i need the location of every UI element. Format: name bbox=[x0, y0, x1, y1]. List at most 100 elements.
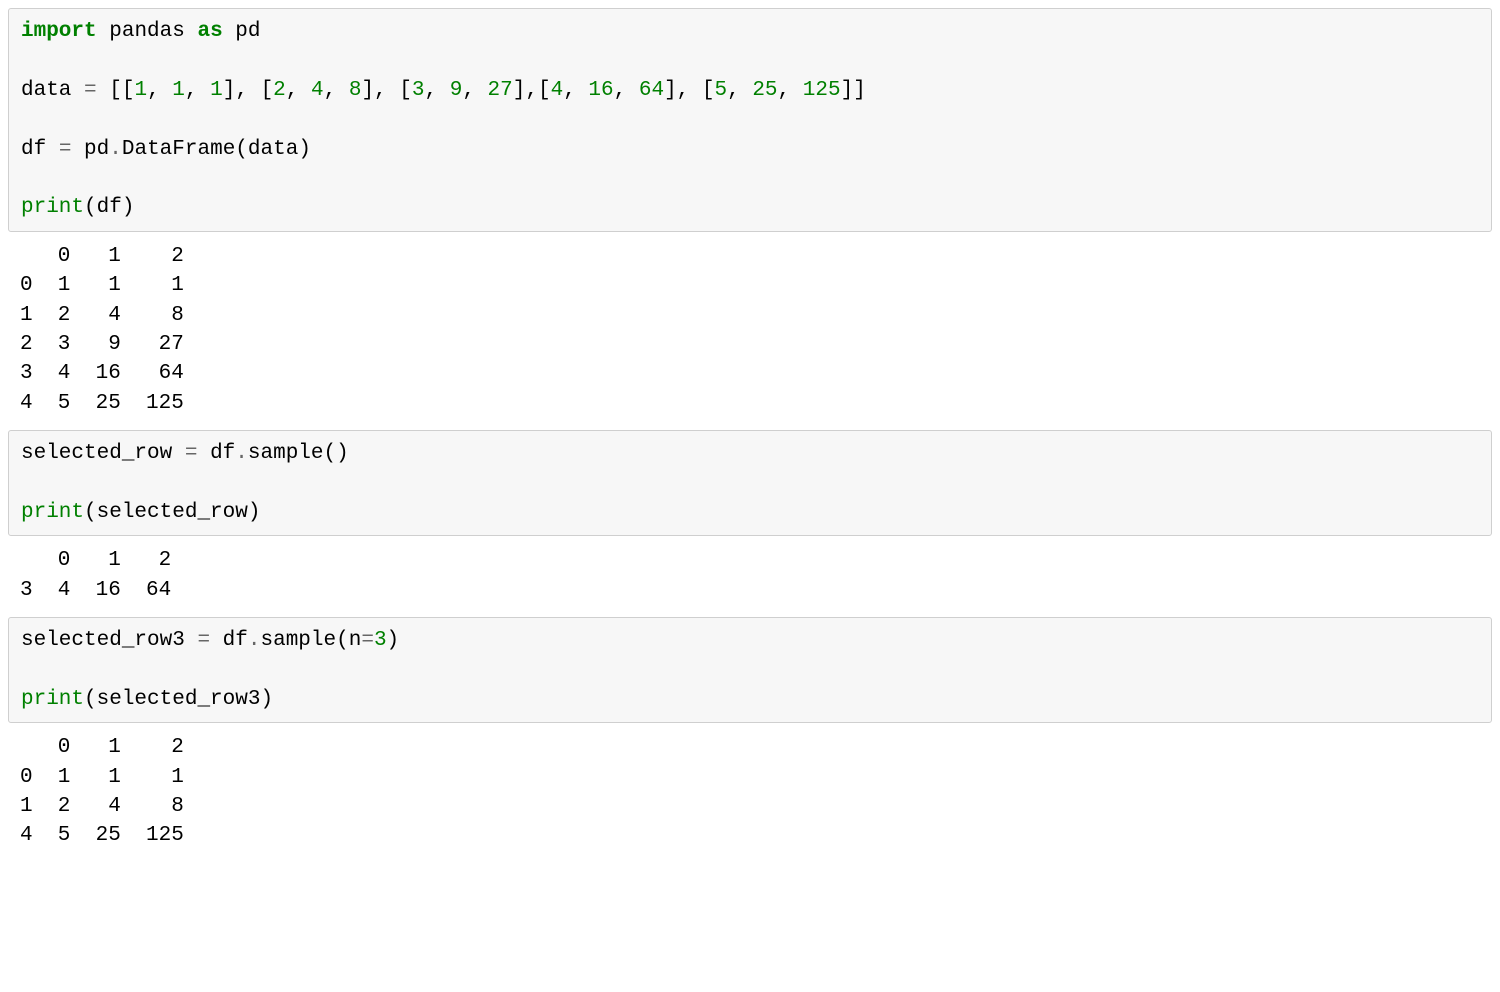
keyword-as: as bbox=[197, 20, 222, 43]
number-literal: 16 bbox=[588, 79, 613, 102]
paren-close: ) bbox=[336, 442, 349, 465]
identifier-selected-row3: selected_row3 bbox=[21, 629, 185, 652]
comma: , bbox=[324, 79, 337, 102]
comma: , bbox=[727, 79, 740, 102]
paren-open: ( bbox=[84, 196, 97, 219]
bracket-open: [ bbox=[122, 79, 135, 102]
bracket-close: ] bbox=[513, 79, 526, 102]
paren-close: ) bbox=[122, 196, 135, 219]
comma: , bbox=[563, 79, 576, 102]
number-literal: 3 bbox=[412, 79, 425, 102]
call-dataframe: DataFrame bbox=[122, 138, 235, 161]
number-literal: 1 bbox=[134, 79, 147, 102]
output-cell-1: 0 1 2 0 1 1 1 1 2 4 8 2 3 9 27 3 4 16 64… bbox=[8, 238, 1492, 430]
bracket-open: [ bbox=[702, 79, 715, 102]
paren-open: ( bbox=[84, 688, 97, 711]
identifier-df: df bbox=[97, 196, 122, 219]
operator-eq: = bbox=[185, 442, 198, 465]
identifier-df: df bbox=[21, 138, 46, 161]
identifier-pd: pd bbox=[84, 138, 109, 161]
output-cell-3: 0 1 2 0 1 1 1 1 2 4 8 4 5 25 125 bbox=[8, 729, 1492, 863]
bracket-open: [ bbox=[261, 79, 274, 102]
operator-eq: = bbox=[84, 79, 97, 102]
space bbox=[689, 79, 702, 102]
kwarg-n: n bbox=[349, 629, 362, 652]
space bbox=[160, 79, 173, 102]
alias-pd: pd bbox=[235, 20, 260, 43]
module-pandas: pandas bbox=[109, 20, 185, 43]
operator-dot: . bbox=[235, 442, 248, 465]
number-literal: 9 bbox=[450, 79, 463, 102]
output-cell-2: 0 1 2 3 4 16 64 bbox=[8, 542, 1492, 617]
code-cell-2[interactable]: selected_row = df.sample() print(selecte… bbox=[8, 430, 1492, 536]
bracket-close: ] bbox=[223, 79, 236, 102]
bracket-close: ] bbox=[361, 79, 374, 102]
space bbox=[97, 79, 110, 102]
comma: , bbox=[677, 79, 690, 102]
code-cell-1[interactable]: import pandas as pd data = [[1, 1, 1], [… bbox=[8, 8, 1492, 232]
number-literal: 8 bbox=[349, 79, 362, 102]
number-literal: 4 bbox=[551, 79, 564, 102]
operator-eq: = bbox=[197, 629, 210, 652]
identifier-df: df bbox=[223, 629, 248, 652]
paren-open: ( bbox=[336, 629, 349, 652]
keyword-import: import bbox=[21, 20, 97, 43]
space bbox=[71, 138, 84, 161]
comma: , bbox=[462, 79, 475, 102]
number-literal: 64 bbox=[639, 79, 664, 102]
space bbox=[46, 138, 59, 161]
space bbox=[210, 629, 223, 652]
comma: , bbox=[235, 79, 248, 102]
comma: , bbox=[525, 79, 538, 102]
comma: , bbox=[374, 79, 387, 102]
paren-open: ( bbox=[84, 501, 97, 524]
paren-close: ) bbox=[260, 688, 273, 711]
call-sample: sample bbox=[248, 442, 324, 465]
operator-eq: = bbox=[361, 629, 374, 652]
number-literal: 2 bbox=[273, 79, 286, 102]
number-literal: 25 bbox=[752, 79, 777, 102]
builtin-print: print bbox=[21, 688, 84, 711]
space bbox=[97, 20, 110, 43]
space bbox=[198, 79, 211, 102]
identifier-selected-row: selected_row bbox=[97, 501, 248, 524]
space bbox=[248, 79, 261, 102]
identifier-selected-row3: selected_row3 bbox=[97, 688, 261, 711]
identifier-selected-row: selected_row bbox=[21, 442, 172, 465]
identifier-df: df bbox=[210, 442, 235, 465]
operator-dot: . bbox=[109, 138, 122, 161]
paren-close: ) bbox=[248, 501, 261, 524]
space bbox=[790, 79, 803, 102]
operator-dot: . bbox=[248, 629, 261, 652]
operator-eq: = bbox=[59, 138, 72, 161]
identifier-data: data bbox=[248, 138, 298, 161]
space bbox=[185, 20, 198, 43]
bracket-open: [ bbox=[399, 79, 412, 102]
space bbox=[71, 79, 84, 102]
call-sample: sample bbox=[260, 629, 336, 652]
code-cell-3[interactable]: selected_row3 = df.sample(n=3) print(sel… bbox=[8, 617, 1492, 723]
comma: , bbox=[286, 79, 299, 102]
comma: , bbox=[778, 79, 791, 102]
space bbox=[626, 79, 639, 102]
bracket-close: ] bbox=[853, 79, 866, 102]
comma: , bbox=[147, 79, 160, 102]
bracket-open: [ bbox=[538, 79, 551, 102]
space bbox=[336, 79, 349, 102]
comma: , bbox=[424, 79, 437, 102]
space bbox=[185, 629, 198, 652]
space bbox=[740, 79, 753, 102]
number-literal: 27 bbox=[488, 79, 513, 102]
paren-open: ( bbox=[324, 442, 337, 465]
number-literal: 4 bbox=[311, 79, 324, 102]
space bbox=[172, 442, 185, 465]
space bbox=[387, 79, 400, 102]
paren-close: ) bbox=[298, 138, 311, 161]
space bbox=[475, 79, 488, 102]
identifier-data: data bbox=[21, 79, 71, 102]
comma: , bbox=[614, 79, 627, 102]
number-literal: 1 bbox=[172, 79, 185, 102]
space bbox=[223, 20, 236, 43]
comma: , bbox=[185, 79, 198, 102]
paren-open: ( bbox=[235, 138, 248, 161]
